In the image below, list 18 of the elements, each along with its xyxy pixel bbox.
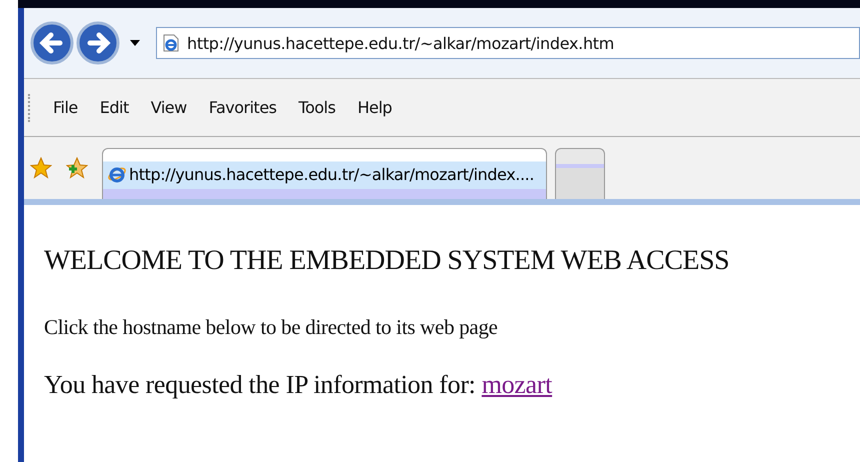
menu-item[interactable]: Edit	[88, 98, 140, 117]
menu-item[interactable]: Tools	[288, 98, 346, 117]
info-text: You have requested the IP information for:	[44, 370, 476, 399]
dropdown-caret-icon[interactable]	[130, 40, 140, 46]
instruction-text: Click the hostname below to be directed to its web page	[44, 315, 499, 340]
star-icon[interactable]	[30, 157, 52, 179]
hostname-link[interactable]: mozart	[482, 370, 552, 399]
back-button[interactable]	[30, 21, 74, 65]
menu-item[interactable]: Help	[346, 98, 403, 117]
page-icon	[163, 34, 179, 52]
menu-item[interactable]: View	[140, 98, 198, 117]
forward-button[interactable]	[76, 21, 120, 65]
menu-item[interactable]: File	[42, 98, 89, 117]
browser-tab[interactable]: http://yunus.hacettepe.edu.tr/~alkar/mozart/index....	[102, 148, 548, 199]
page-heading: WELCOME TO THE EMBEDDED SYSTEM WEB ACCESS	[44, 245, 730, 277]
address-field[interactable]: http://yunus.hacettepe.edu.tr/~alkar/mozart/index.htm	[156, 27, 860, 59]
menu-item[interactable]: Favorites	[198, 98, 288, 117]
add-favorite-icon[interactable]	[66, 157, 88, 179]
